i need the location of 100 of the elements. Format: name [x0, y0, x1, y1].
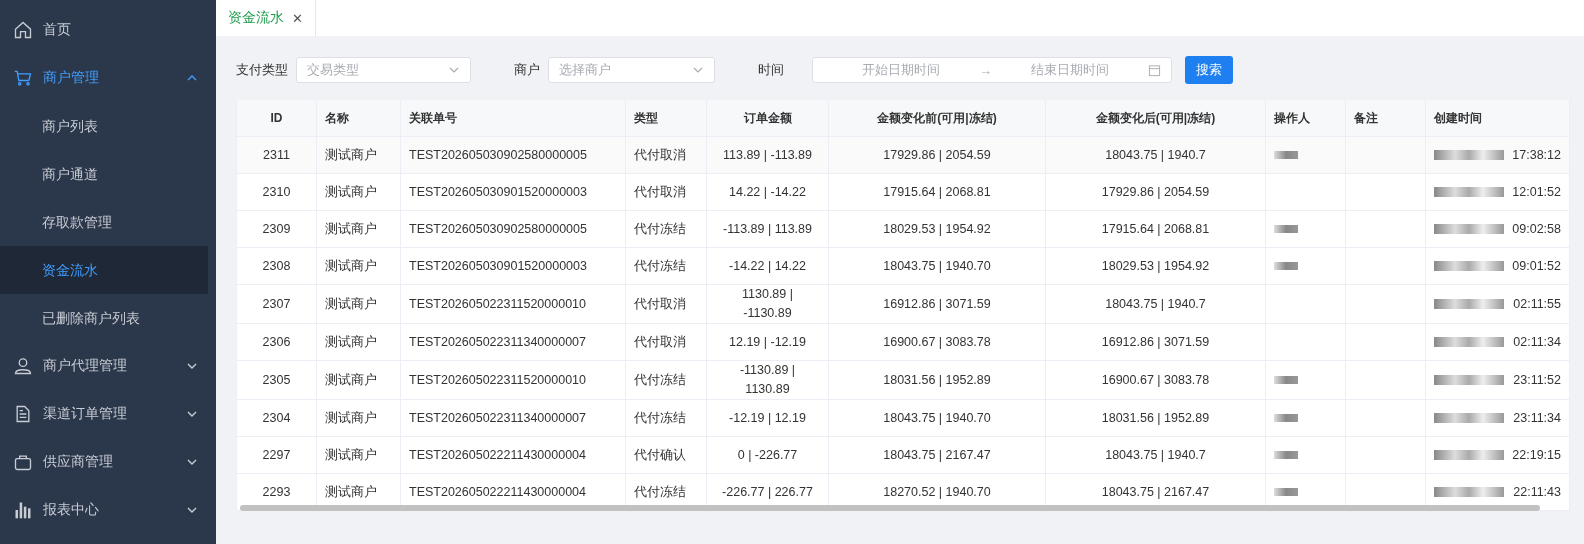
table-cell: 测试商户 — [325, 372, 377, 387]
filter-label: 时间 — [758, 61, 784, 79]
table-cell: 17915.64 | 2068.81 — [1101, 222, 1210, 236]
table-cell: 代付取消 — [634, 184, 686, 199]
table-cell: 22:11:43 — [1513, 485, 1561, 499]
table-cell: 2307 — [262, 297, 291, 311]
table-cell-text: -12.19 | 12.19 — [729, 409, 806, 427]
tab[interactable]: 资金流水 ✕ — [216, 0, 316, 36]
menu-item[interactable]: 供应商管理 — [0, 438, 216, 486]
column-header[interactable]: 名称 — [316, 100, 401, 137]
table-cell-text: 0 | -226.77 — [737, 446, 798, 464]
table-cell: 代付取消 — [634, 147, 686, 162]
column-header[interactable]: 订单金额 — [706, 100, 829, 137]
table-cell: 18270.52 | 1940.70 — [883, 485, 991, 499]
column-header[interactable]: 关联单号 — [400, 100, 626, 137]
cart-icon — [13, 68, 33, 88]
person-icon — [13, 356, 33, 376]
table-cell: 2308 — [262, 259, 291, 273]
table-cell: 测试商户 — [325, 296, 377, 311]
table-cell: 09:02:58 — [1512, 222, 1561, 236]
redaction-mark — [1434, 261, 1504, 271]
table-cell-text: 113.89 | -113.89 — [723, 146, 812, 164]
table-cell: 17915.64 | 2068.81 — [883, 185, 991, 199]
filter-label: 支付类型 — [236, 61, 288, 79]
table-cell: 23:11:52 — [1513, 373, 1561, 387]
table-cell: 2293 — [262, 485, 291, 499]
table-cell: 16900.67 | 3083.78 — [883, 335, 991, 349]
table-cell-text: 12.19 | -12.19 — [729, 333, 806, 351]
table-cell: 测试商户 — [325, 184, 377, 199]
table-cell: 测试商户 — [325, 221, 377, 236]
table-cell: 17929.86 | 2054.59 — [1101, 185, 1210, 199]
table-cell: 18029.53 | 1954.92 — [883, 222, 991, 236]
table-cell: TEST202605030902580000005 — [409, 148, 587, 162]
submenu-item[interactable]: 资金流水 — [0, 246, 208, 294]
table-cell: 18043.75 | 1940.70 — [883, 411, 991, 425]
table-cell: 代付确认 — [634, 447, 686, 462]
table-cell: 16912.86 | 3071.59 — [883, 297, 991, 311]
scrollbar[interactable] — [240, 505, 1540, 511]
table-cell-text: -226.77 | 226.77 — [722, 483, 813, 501]
submenu-item[interactable]: 存取款管理 — [0, 198, 208, 246]
column-header[interactable]: 金额变化前(可用|冻结) — [828, 100, 1046, 137]
table-cell: 代付冻结 — [634, 410, 686, 425]
table-cell: 18043.75 | 2167.47 — [1101, 485, 1210, 499]
table-cell: 测试商户 — [325, 484, 377, 499]
menu-item[interactable]: 商户管理 — [0, 54, 216, 102]
submenu-item[interactable]: 商户列表 — [0, 102, 208, 150]
table-cell: 16912.86 | 3071.59 — [1101, 335, 1210, 349]
redaction-mark — [1434, 299, 1504, 309]
table-cell: 代付取消 — [634, 296, 686, 311]
table-cell: 02:11:55 — [1513, 297, 1561, 311]
column-header[interactable]: 备注 — [1345, 100, 1426, 137]
column-header[interactable]: 操作人 — [1265, 100, 1346, 137]
table-cell: 2309 — [262, 222, 291, 236]
table-cell: 代付冻结 — [634, 258, 686, 273]
table-cell: 02:11:34 — [1513, 335, 1561, 349]
table-cell: 代付冻结 — [634, 221, 686, 236]
table-cell: 2310 — [262, 185, 291, 199]
table-cell: 09:01:52 — [1512, 259, 1561, 273]
menu-item[interactable]: 首页 — [0, 6, 216, 54]
close-icon[interactable]: ✕ — [292, 10, 303, 26]
redaction-mark — [1434, 487, 1504, 497]
table-cell: 18043.75 | 1940.7 — [1105, 148, 1206, 162]
table-cell-text: -113.89 | 113.89 — [723, 220, 812, 238]
table-cell: 测试商户 — [325, 147, 377, 162]
table-cell: 测试商户 — [325, 447, 377, 462]
table-cell: 17929.86 | 2054.59 — [883, 148, 991, 162]
table-cell: 23:11:34 — [1513, 411, 1561, 425]
menu-item[interactable]: 报表中心 — [0, 486, 216, 534]
table-cell-text: 1130.89 | -1130.89 — [741, 286, 794, 322]
table-cell: 18043.75 | 1940.7 — [1105, 448, 1206, 462]
table-cell: 18029.53 | 1954.92 — [1101, 259, 1210, 273]
table-cell: TEST202605030901520000003 — [409, 185, 587, 199]
redaction-mark — [1434, 413, 1504, 423]
table-cell: 2306 — [262, 335, 291, 349]
table-cell: 代付冻结 — [634, 372, 686, 387]
table-cell: 代付冻结 — [634, 484, 686, 499]
column-header[interactable]: 金额变化后(可用|冻结) — [1045, 100, 1266, 137]
table-cell: 18031.56 | 1952.89 — [1101, 411, 1210, 425]
menu-item[interactable]: 渠道订单管理 — [0, 390, 216, 438]
search-button[interactable]: 搜索 — [1185, 56, 1233, 84]
calendar-icon — [1148, 63, 1161, 77]
column-header[interactable]: 创建时间 — [1425, 100, 1570, 137]
redaction-mark — [1434, 375, 1504, 385]
table-cell: TEST202605022311520000010 — [409, 297, 586, 311]
filter-label: 商户 — [514, 61, 540, 79]
table-cell: TEST202605030901520000003 — [409, 259, 587, 273]
table-cell: TEST202605022311520000010 — [409, 373, 586, 387]
table-cell: TEST202605022311340000007 — [409, 411, 586, 425]
column-header[interactable]: ID — [236, 100, 317, 137]
table-cell: 18043.75 | 1940.7 — [1105, 297, 1206, 311]
table-cell: 18031.56 | 1952.89 — [883, 373, 991, 387]
submenu-item[interactable]: 商户通道 — [0, 150, 208, 198]
submenu-item[interactable]: 已删除商户列表 — [0, 294, 208, 342]
table-cell: TEST202605022311340000007 — [409, 335, 586, 349]
table-cell: 18043.75 | 2167.47 — [883, 448, 991, 462]
redaction-mark — [1434, 337, 1504, 347]
table-cell: 2305 — [262, 373, 291, 387]
menu-item[interactable]: 商户代理管理 — [0, 342, 216, 390]
column-header[interactable]: 类型 — [625, 100, 707, 137]
table-cell: 16900.67 | 3083.78 — [1101, 373, 1210, 387]
